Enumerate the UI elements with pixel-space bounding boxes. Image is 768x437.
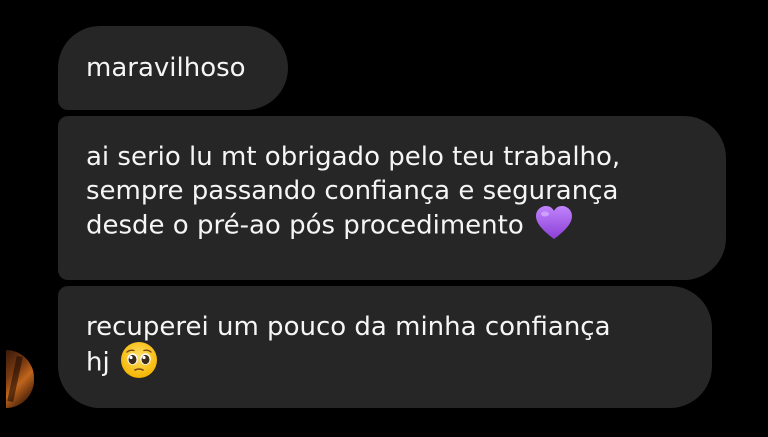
- message-text: recuperei um pouco da minha confiança: [86, 312, 611, 342]
- message-bubble[interactable]: maravilhoso: [58, 26, 288, 110]
- message-text: hj: [86, 347, 110, 378]
- message-text-with-emoji: hj: [86, 342, 688, 382]
- message-text: ai serio lu mt obrigado pelo teu trabalh…: [86, 142, 621, 172]
- message-text: maravilhoso: [86, 53, 246, 83]
- purple-heart-icon: [535, 206, 572, 239]
- avatar[interactable]: [6, 350, 34, 408]
- message-thread: maravilhoso ai serio lu mt obrigado pelo…: [0, 0, 768, 437]
- message-bubble[interactable]: recuperei um pouco da minha confiança hj: [58, 286, 712, 408]
- message-text: desde o pré-ao pós procedimento: [86, 210, 524, 241]
- message-bubble[interactable]: ai serio lu mt obrigado pelo teu trabalh…: [58, 116, 726, 280]
- message-text-with-emoji: desde o pré-ao pós procedimento: [86, 206, 702, 244]
- pleading-face-icon: [120, 342, 157, 378]
- message-text: sempre passando confiança e segurança: [86, 176, 619, 206]
